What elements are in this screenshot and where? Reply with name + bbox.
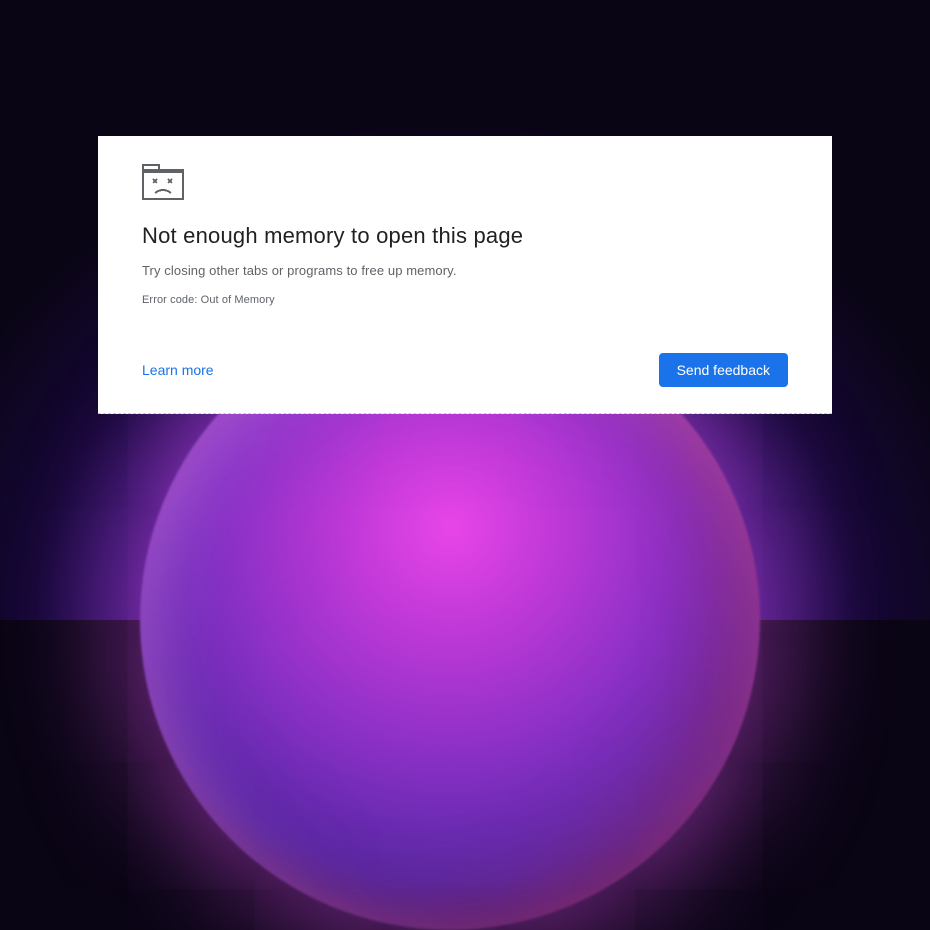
learn-more-link[interactable]: Learn more [142,362,214,378]
error-code: Error code: Out of Memory [142,294,788,306]
dead-folder-icon [142,164,788,205]
error-title: Not enough memory to open this page [142,223,788,249]
error-card: Not enough memory to open this page Try … [98,136,832,414]
send-feedback-button[interactable]: Send feedback [659,353,788,387]
error-subtitle: Try closing other tabs or programs to fr… [142,263,788,278]
error-card-footer: Learn more Send feedback [142,353,788,387]
error-card-content: Not enough memory to open this page Try … [142,164,788,387]
